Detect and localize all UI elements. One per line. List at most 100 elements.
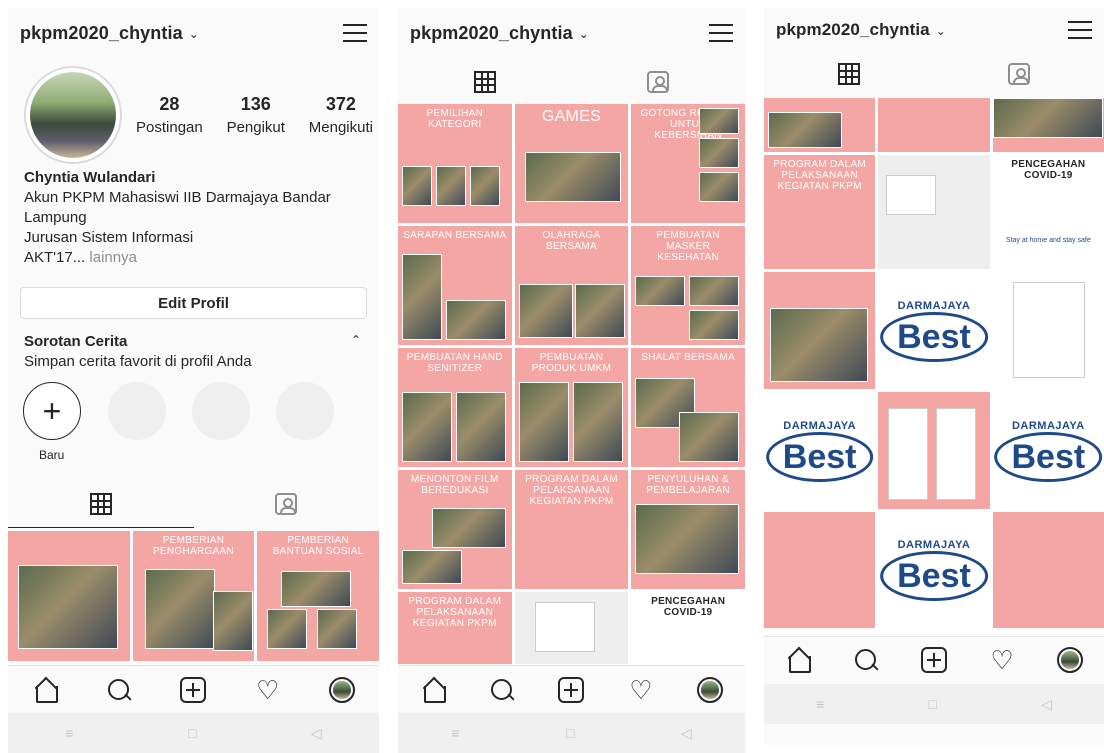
post-tile[interactable]: PENYULUHAN & PEMBELAJARAN <box>631 470 745 589</box>
post-tile[interactable]: DARMAJAYA Best <box>878 272 990 389</box>
post-tile[interactable]: MENONTON FILM BEREDUKASI <box>398 470 512 589</box>
post-title: PROGRAM DALAM PELAKSANAAN KEGIATAN PKPM <box>773 159 867 192</box>
post-tile[interactable] <box>878 392 990 509</box>
post-title: MENONTON FILM BEREDUKASI <box>411 474 499 496</box>
search-icon[interactable] <box>853 647 879 673</box>
home-icon[interactable] <box>785 647 811 673</box>
post-tile[interactable] <box>764 98 876 152</box>
bio-line: AKT'17... <box>24 249 86 266</box>
tab-tagged[interactable] <box>194 480 380 528</box>
posts-stat[interactable]: 28 Postingan <box>136 94 203 136</box>
post-tile[interactable]: Pencegahan COVID-19 Stay at home and sta… <box>992 155 1104 269</box>
tab-grid[interactable] <box>398 58 572 106</box>
post-title: Pencegahan COVID-19 <box>651 596 726 618</box>
post-tile[interactable] <box>514 592 629 664</box>
profile-avatar-icon[interactable] <box>1057 646 1083 673</box>
search-icon[interactable] <box>106 677 132 703</box>
post-tile[interactable]: DARMAJAYA Best <box>992 392 1104 509</box>
top-bar: pkpm2020_chyntia ⌄ <box>764 8 1104 52</box>
home-square-icon[interactable]: □ <box>566 725 574 741</box>
tab-grid[interactable] <box>764 52 934 96</box>
home-square-icon[interactable]: □ <box>188 725 196 741</box>
post-tile[interactable]: GAMES <box>514 104 629 223</box>
home-square-icon[interactable]: □ <box>928 696 936 712</box>
hamburger-menu-icon[interactable] <box>343 24 367 42</box>
profile-avatar-icon[interactable] <box>697 676 724 703</box>
back-icon[interactable]: ◁ <box>1041 696 1052 713</box>
post-tile[interactable] <box>764 272 876 389</box>
recents-icon[interactable]: ≡ <box>816 696 824 712</box>
post-tile[interactable]: PEMBERIAN BANTUAN SOSIAL <box>257 531 379 661</box>
back-icon[interactable]: ◁ <box>311 725 322 742</box>
username-switcher[interactable]: pkpm2020_chyntia <box>410 23 573 44</box>
profile-avatar[interactable] <box>24 66 122 164</box>
highlight-placeholder <box>108 382 166 440</box>
edit-profile-button[interactable]: Edit Profil <box>20 287 367 319</box>
post-tile[interactable]: PEMBUATAN HAND SENITIZER <box>398 348 512 467</box>
chevron-up-icon[interactable]: ⌃ <box>351 333 361 347</box>
chevron-down-icon[interactable]: ⌄ <box>579 27 589 41</box>
heart-icon[interactable]: ♡ <box>628 677 654 703</box>
post-tile[interactable]: DARMAJAYA Best <box>878 512 990 628</box>
tab-grid[interactable] <box>8 480 194 528</box>
add-post-icon[interactable] <box>921 646 947 673</box>
heart-icon[interactable]: ♡ <box>989 647 1015 673</box>
post-tile[interactable]: PEMBUATAN PRODUK UMKM <box>514 348 629 467</box>
chevron-down-icon[interactable]: ⌄ <box>936 24 946 38</box>
logo-best: Best <box>765 431 874 482</box>
recents-icon[interactable]: ≡ <box>451 725 459 741</box>
home-icon[interactable] <box>420 677 446 703</box>
username-switcher[interactable]: pkpm2020_chyntia <box>776 20 930 40</box>
chevron-down-icon[interactable]: ⌄ <box>189 27 199 41</box>
search-icon[interactable] <box>489 677 515 703</box>
tab-tagged[interactable] <box>934 52 1104 96</box>
post-title: SARAPAN BERSAMA <box>403 230 507 241</box>
post-tile[interactable]: OLAHRAGA BERSAMA <box>514 226 629 345</box>
post-tile[interactable] <box>878 98 990 152</box>
heart-icon[interactable]: ♡ <box>255 677 281 703</box>
bio-line-truncated: AKT'17... lainnya <box>24 248 364 268</box>
following-stat[interactable]: 372 Mengikuti <box>309 94 373 136</box>
post-tile[interactable] <box>878 155 990 269</box>
followers-stat[interactable]: 136 Pengikut <box>227 94 285 136</box>
post-title: PEMBUATAN HAND SENITIZER <box>406 352 503 374</box>
add-post-icon[interactable] <box>558 676 585 703</box>
post-tile[interactable]: PEMBUATAN MASKER KESEHATAN <box>631 226 745 345</box>
post-title: PEMBERIAN BANTUAN SOSIAL <box>272 535 364 557</box>
profile-avatar-icon[interactable] <box>328 676 355 703</box>
post-tile[interactable]: DARMAJAYA Best <box>764 392 876 509</box>
post-tile[interactable] <box>992 98 1104 152</box>
hamburger-menu-icon[interactable] <box>1068 21 1092 39</box>
post-tile[interactable]: PEMBERIAN PENGHARGAAN <box>132 531 255 661</box>
post-grid: PEMBERIAN PENGHARGAAN PEMBERIAN BANTUAN … <box>8 531 379 661</box>
post-tile[interactable]: PROGRAM DALAM PELAKSANAAN KEGIATAN PKPM <box>514 470 629 589</box>
profile-bio: Chyntia Wulandari Akun PKPM Mahasiswi II… <box>24 168 364 268</box>
add-post-icon[interactable] <box>180 676 207 703</box>
post-title: Pencegahan COVID-19 <box>1011 159 1086 181</box>
post-tile[interactable] <box>764 512 876 628</box>
post-tile[interactable]: SHALAT BERSAMA <box>631 348 745 467</box>
more-link[interactable]: lainnya <box>85 249 137 266</box>
home-icon[interactable] <box>32 677 59 703</box>
post-title: PEMILIHAN KATEGORI <box>426 108 484 130</box>
post-tile[interactable] <box>992 272 1104 389</box>
system-nav-bar: ≡ □ ◁ <box>8 713 379 753</box>
hamburger-menu-icon[interactable] <box>709 24 733 42</box>
post-tile[interactable] <box>992 512 1104 628</box>
post-tile[interactable]: GOTONG ROYONG UNTUK KEBERSIHAN <box>631 104 745 223</box>
post-tile[interactable]: PROGRAM DALAM PELAKSANAAN KEGIATAN PKPM <box>398 592 512 664</box>
profile-tabs <box>764 52 1104 96</box>
new-highlight-button[interactable]: + <box>23 382 81 440</box>
tab-tagged[interactable] <box>572 58 746 106</box>
post-tile[interactable] <box>8 531 130 661</box>
post-title: PROGRAM DALAM PELAKSANAAN KEGIATAN PKPM <box>408 596 502 629</box>
system-nav-bar: ≡ □ ◁ <box>764 684 1104 724</box>
post-tile[interactable]: Pencegahan COVID-19 <box>631 592 745 664</box>
post-tile[interactable]: PROGRAM DALAM PELAKSANAAN KEGIATAN PKPM <box>764 155 876 269</box>
recents-icon[interactable]: ≡ <box>65 725 73 741</box>
post-tile[interactable]: PEMILIHAN KATEGORI <box>398 104 512 223</box>
post-grid: PEMILIHAN KATEGORI GAMES GOTONG ROYONG U… <box>398 104 745 664</box>
post-tile[interactable]: SARAPAN BERSAMA <box>398 226 512 345</box>
back-icon[interactable]: ◁ <box>681 725 692 742</box>
username-switcher[interactable]: pkpm2020_chyntia <box>20 23 183 44</box>
